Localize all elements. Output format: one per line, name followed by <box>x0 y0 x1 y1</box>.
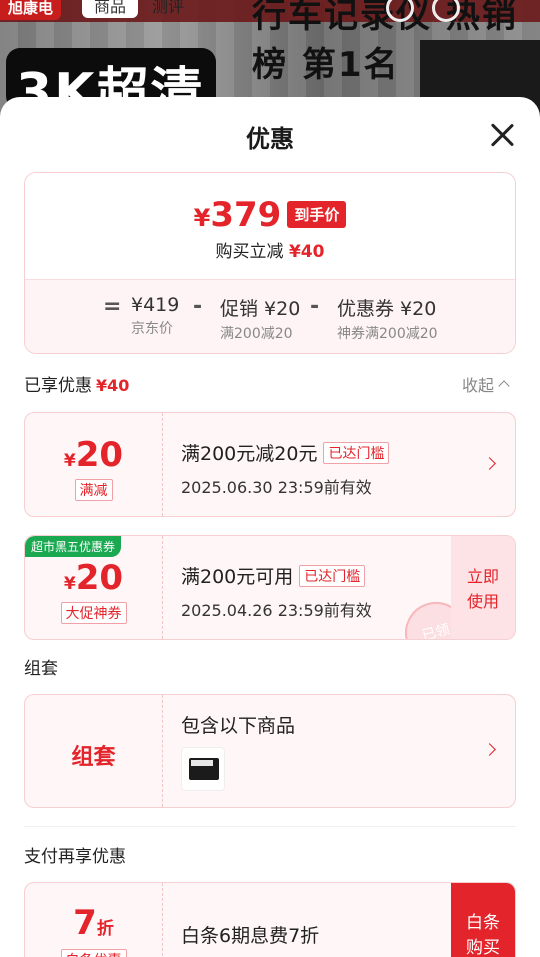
chevron-right-icon[interactable] <box>483 457 496 470</box>
enjoyed-discount: 已享优惠 ¥40 <box>24 371 129 396</box>
enjoyed-value: ¥40 <box>96 376 130 395</box>
use-now-label-1: 立即 <box>466 567 499 586</box>
baitiao-details: 白条6期息费7折 <box>181 921 319 948</box>
bundle-card[interactable]: 组套 包含以下商品 <box>24 694 516 808</box>
bundle-item-thumbnail[interactable] <box>181 747 225 791</box>
discount-rate: 7折 <box>25 903 162 943</box>
memory-card-label <box>191 760 213 766</box>
discount-number: 7 <box>73 903 97 943</box>
pay-section-label: 支付再享优惠 <box>24 847 126 867</box>
coupon-title-line: 满200元可用 已达门槛 <box>181 562 372 589</box>
final-price-line: ¥379 到手价 <box>25 195 515 235</box>
coupon-details: 满200元可用 已达门槛 2025.04.26 23:59前有效 <box>181 562 372 621</box>
coupon-validity: 2025.06.30 23:59前有效 <box>181 478 372 497</box>
coupon-item: 优惠券 ¥20 神券满200减20 <box>337 294 438 343</box>
instant-cut-value: ¥40 <box>288 242 325 262</box>
collapse-label: 收起 <box>462 376 495 395</box>
final-price: 379 <box>210 195 282 235</box>
threshold-reached-tag: 已达门槛 <box>323 442 390 464</box>
final-price-tag: 到手价 <box>287 201 347 228</box>
use-now-label-2: 使用 <box>466 592 499 611</box>
jd-price-label: 京东价 <box>131 321 173 337</box>
sheet-title: 优惠 <box>246 125 294 153</box>
coupon-currency: ¥ <box>63 451 76 471</box>
promo-label: 满200减20 <box>220 326 293 342</box>
promo-value: 促销 ¥20 <box>220 298 301 320</box>
coupon-amount-value: 20 <box>75 558 124 598</box>
background-tab-review: 测评 <box>152 0 185 16</box>
minus-sign: - <box>193 294 203 319</box>
coupon-title: 满200元可用 <box>181 566 294 588</box>
equals-sign: = <box>103 294 122 319</box>
coupon-type-tag: 大促神券 <box>60 602 127 624</box>
baitiao-buy-label-1: 白条 <box>466 913 500 933</box>
promo-item: 促销 ¥20 满200减20 <box>220 294 300 343</box>
enjoyed-label: 已享优惠 <box>24 376 92 396</box>
baitiao-card[interactable]: 7折 白条优惠 白条6期息费7折 白条 购买 <box>24 882 516 957</box>
jd-price-item: ¥419 京东价 <box>131 294 179 338</box>
baitiao-tag: 白条优惠 <box>60 949 127 957</box>
coupon-card-full-reduction[interactable]: ¥20 满减 满200元减20元 已达门槛 2025.06.30 23:59前有效 <box>24 412 516 517</box>
bundle-desc: 包含以下商品 <box>181 715 296 737</box>
use-now-button[interactable]: 立即 使用 <box>451 536 515 639</box>
price-card: ¥379 到手价 购买立减 ¥40 = ¥419 京东价 - 促销 ¥20 满20… <box>24 172 516 354</box>
divider <box>24 826 516 827</box>
coupon-currency: ¥ <box>63 574 76 594</box>
discount-unit: 折 <box>96 919 114 939</box>
coupon-amount: ¥20 <box>25 558 162 598</box>
instant-cut-label: 购买立减 <box>215 242 284 262</box>
coupon-title: 满200元减20元 <box>181 443 318 465</box>
jd-price: ¥419 <box>131 294 180 316</box>
promotions-sheet: 优惠 ¥379 到手价 购买立减 ¥40 = ¥419 京东价 - 促销 ¥20 … <box>0 97 540 957</box>
coupon-value: 优惠券 ¥20 <box>337 298 437 320</box>
instant-cut: 购买立减 ¥40 <box>25 237 515 262</box>
bundle-title: 组套 <box>71 745 116 770</box>
chevron-right-icon[interactable] <box>483 743 496 756</box>
coupon-type-tag: 满减 <box>74 479 113 501</box>
baitiao-buy-button[interactable]: 白条 购买 <box>451 883 515 957</box>
bundle-section-label: 组套 <box>24 659 58 679</box>
supermarket-black-friday-badge: 超市黑五优惠券 <box>25 536 122 557</box>
close-icon[interactable] <box>486 119 518 151</box>
baitiao-left: 7折 白条优惠 <box>25 883 163 957</box>
background-brand: 旭康电 <box>0 0 62 20</box>
coupon-details: 满200元减20元 已达门槛 2025.06.30 23:59前有效 <box>181 439 390 498</box>
coupon-card-promo: ¥20 大促神券 超市黑五优惠券 满200元可用 已达门槛 2025.04.26 … <box>24 535 516 640</box>
coupon-amount: ¥20 <box>25 435 162 475</box>
bundle-details: 包含以下商品 <box>181 711 295 738</box>
threshold-reached-tag: 已达门槛 <box>299 565 366 587</box>
baitiao-buy-label-2: 购买 <box>466 938 500 957</box>
minus-sign: - <box>310 294 320 319</box>
coupon-validity: 2025.04.26 23:59前有效 <box>181 601 372 620</box>
chevron-up-icon <box>498 380 510 392</box>
coupon-amount-value: 20 <box>75 435 124 475</box>
collapse-button[interactable]: 收起 <box>462 372 510 396</box>
coupon-label: 神券满200减20 <box>337 326 438 342</box>
background-tab-product: 商品 <box>82 0 138 18</box>
baitiao-title: 白条6期息费7折 <box>181 925 320 947</box>
price-summary: ¥379 到手价 购买立减 ¥40 <box>25 173 515 279</box>
price-calculation: = ¥419 京东价 - 促销 ¥20 满200减20 - 优惠券 ¥20 神券… <box>25 279 515 353</box>
memory-card-image <box>189 758 219 780</box>
bundle-left: 组套 <box>25 695 163 807</box>
coupon-amount-area: ¥20 满减 <box>25 413 163 516</box>
price-currency: ¥ <box>193 204 211 232</box>
coupon-title-line: 满200元减20元 已达门槛 <box>181 439 390 466</box>
